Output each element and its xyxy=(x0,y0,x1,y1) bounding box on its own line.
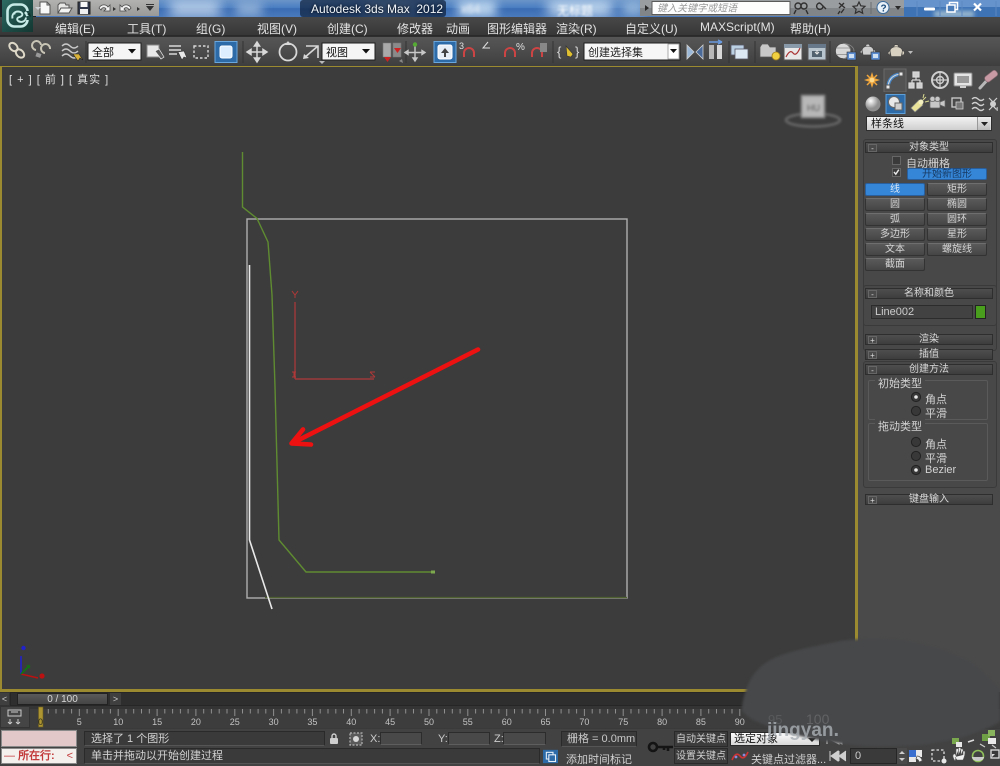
svg-text:视图: 视图 xyxy=(326,45,348,59)
svg-text:HU: HU xyxy=(807,103,820,113)
svg-text:{: { xyxy=(557,44,562,59)
svg-text:45: 45 xyxy=(385,717,395,727)
svg-text:全部: 全部 xyxy=(92,45,114,59)
svg-text:60: 60 xyxy=(502,717,512,727)
svg-text:}: } xyxy=(575,44,580,59)
svg-text:创建选择集: 创建选择集 xyxy=(588,45,643,59)
svg-text:10: 10 xyxy=(113,717,123,727)
svg-text:30: 30 xyxy=(269,717,279,727)
svg-text:%: % xyxy=(516,42,525,53)
svg-text:键入关键字或短语: 键入关键字或短语 xyxy=(657,3,739,15)
svg-text:?: ? xyxy=(881,4,887,15)
svg-text:3: 3 xyxy=(459,41,464,51)
svg-text:35: 35 xyxy=(307,717,317,727)
svg-text:40: 40 xyxy=(346,717,356,727)
svg-text:65: 65 xyxy=(540,717,550,727)
svg-text:15: 15 xyxy=(152,717,162,727)
svg-text:5: 5 xyxy=(77,717,82,727)
svg-text:75: 75 xyxy=(618,717,628,727)
svg-text:25: 25 xyxy=(230,717,240,727)
svg-text:50: 50 xyxy=(424,717,434,727)
svg-text:55: 55 xyxy=(463,717,473,727)
svg-text:70: 70 xyxy=(579,717,589,727)
svg-text:20: 20 xyxy=(191,717,201,727)
svg-text:80: 80 xyxy=(657,717,667,727)
svg-text:0: 0 xyxy=(38,717,43,727)
